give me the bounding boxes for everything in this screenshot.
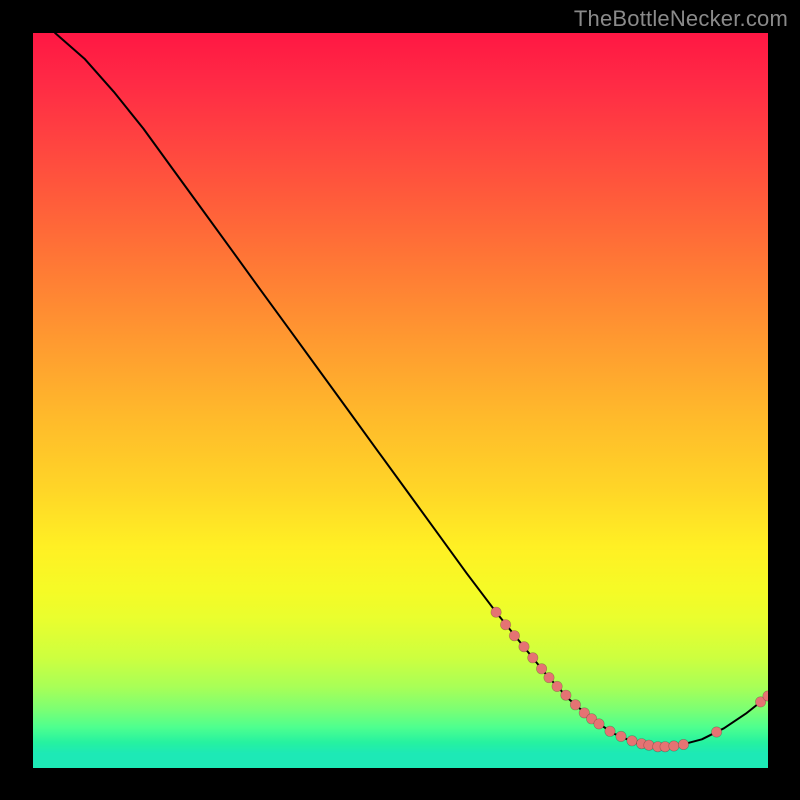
data-marker (528, 653, 538, 663)
chart-container: TheBottleNecker.com (0, 0, 800, 800)
data-marker (711, 727, 721, 737)
data-marker (616, 731, 626, 741)
curve-markers (491, 607, 768, 752)
data-marker (669, 741, 679, 751)
data-marker (605, 726, 615, 736)
data-marker (519, 642, 529, 652)
data-marker (627, 736, 637, 746)
data-marker (570, 700, 580, 710)
data-marker (500, 620, 510, 630)
data-marker (561, 690, 571, 700)
data-marker (544, 672, 554, 682)
data-marker (509, 631, 519, 641)
data-marker (678, 739, 688, 749)
chart-svg (33, 33, 768, 768)
data-marker (552, 681, 562, 691)
watermark-text: TheBottleNecker.com (574, 6, 788, 32)
data-marker (536, 664, 546, 674)
data-marker (594, 719, 604, 729)
curve-line (55, 33, 768, 747)
data-marker (491, 607, 501, 617)
